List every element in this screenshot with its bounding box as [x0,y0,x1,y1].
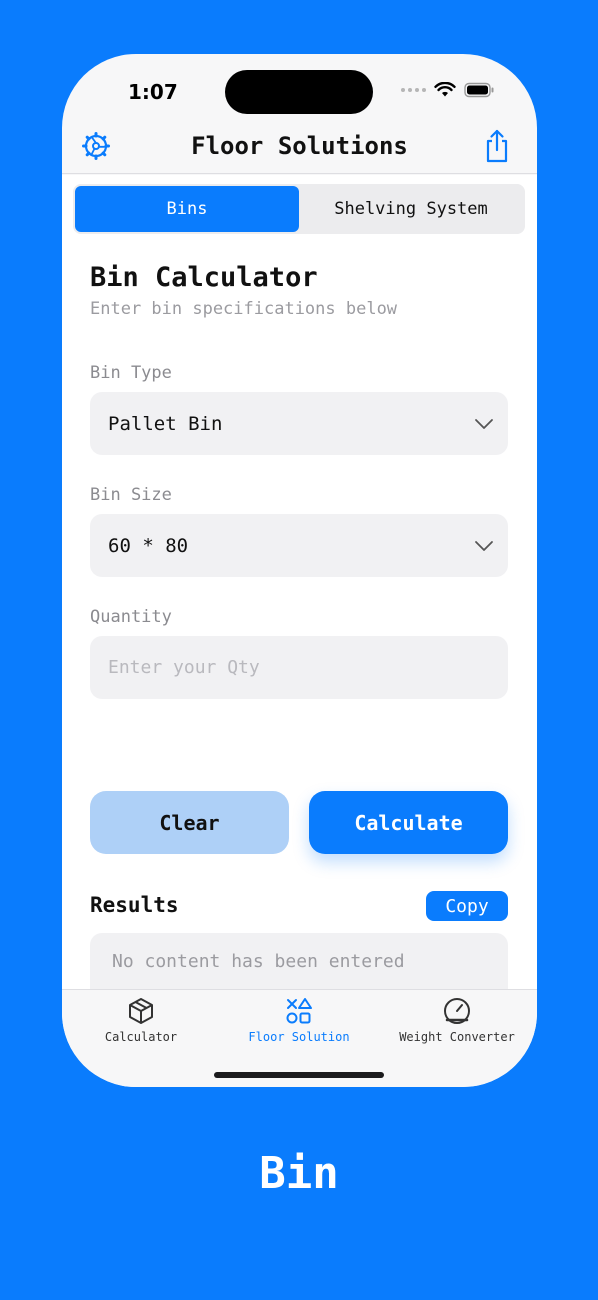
bin-size-select[interactable]: 60 * 80 [90,514,508,577]
phone-screen: 1:07 Floor Solutions Bins Shelving Syste… [62,54,537,1087]
segment-bins[interactable]: Bins [75,186,299,232]
tab-weight-converter[interactable]: Weight Converter [378,996,536,1044]
shapes-icon [286,998,312,1024]
chevron-down-icon [475,541,493,551]
scale-icon [444,998,470,1024]
wifi-icon [434,82,456,97]
tab-weight-converter-label: Weight Converter [399,1030,515,1044]
tab-floor-solution-label: Floor Solution [248,1030,350,1044]
results-placeholder: No content has been entered [112,951,405,972]
share-icon[interactable] [483,129,511,163]
battery-icon [464,82,494,98]
dynamic-island [225,70,373,114]
calculate-button[interactable]: Calculate [309,791,508,854]
clear-button[interactable]: Clear [90,791,289,854]
bin-type-select[interactable]: Pallet Bin [90,392,508,455]
status-time: 1:07 [128,80,178,104]
home-indicator[interactable] [214,1072,384,1078]
bin-type-label: Bin Type [90,363,172,383]
form-subtitle: Enter bin specifications below [90,299,398,319]
navigation-bar: Floor Solutions [62,122,537,174]
form-title: Bin Calculator [90,262,318,293]
quantity-placeholder: Enter your Qty [108,657,260,678]
quantity-input[interactable]: Enter your Qty [90,636,508,699]
main-content: Bins Shelving System Bin Calculator Ente… [62,175,537,1053]
bin-type-value: Pallet Bin [108,412,223,435]
bin-size-value: 60 * 80 [108,534,189,557]
tab-bar: Calculator Floor Solution Weight Convert… [62,989,537,1087]
screen-caption: Bin [259,1148,339,1199]
page-title: Floor Solutions [191,132,408,160]
status-indicators [401,82,494,98]
segmented-control: Bins Shelving System [73,184,525,234]
bin-size-label: Bin Size [90,485,172,505]
chevron-down-icon [475,419,493,429]
tab-floor-solution[interactable]: Floor Solution [220,996,378,1044]
tab-calculator-label: Calculator [104,1030,178,1044]
tab-calculator[interactable]: Calculator [62,996,220,1044]
signal-dots-icon [401,88,426,92]
results-label: Results [90,893,179,917]
segment-shelving-system[interactable]: Shelving System [299,186,523,232]
box-icon [129,998,153,1024]
quantity-label: Quantity [90,607,172,627]
copy-button[interactable]: Copy [426,891,508,921]
